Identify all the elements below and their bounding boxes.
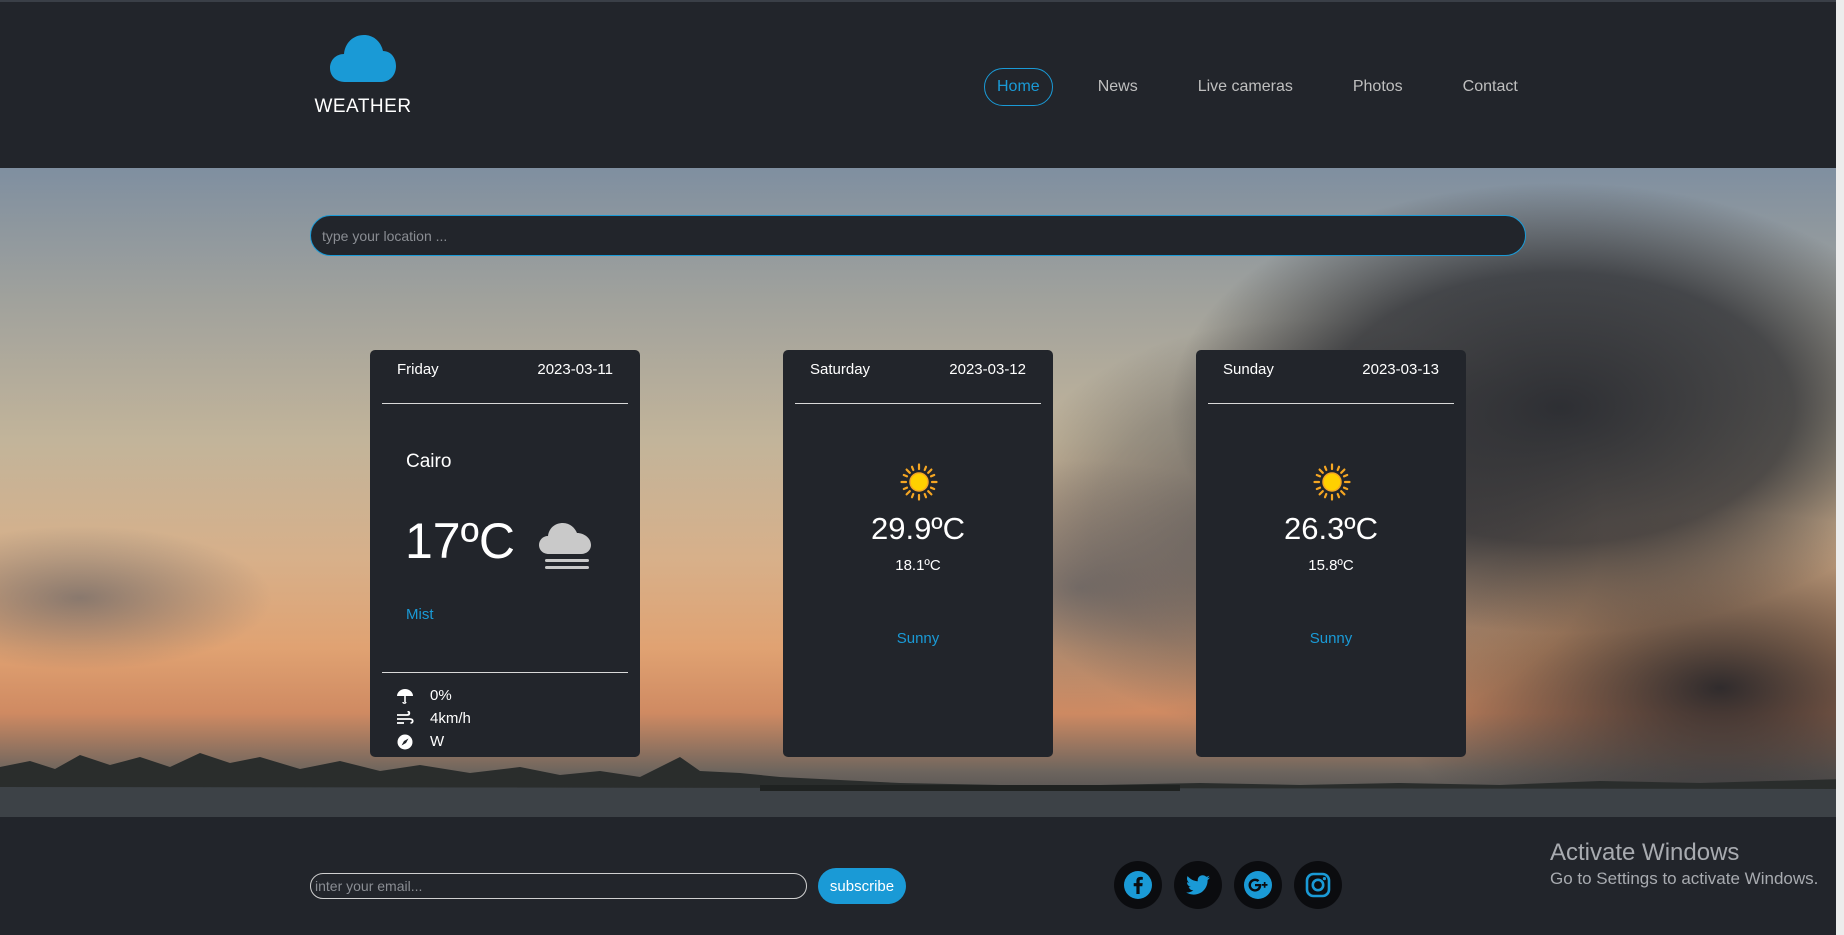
date-label: 2023-03-13: [1362, 361, 1439, 378]
wind-speed-value: 4km/h: [430, 710, 471, 727]
umbrella-icon: [396, 688, 414, 704]
min-temperature: 18.1ºC: [895, 557, 941, 574]
wind-direction-value: W: [430, 733, 445, 750]
sun-icon: [1313, 463, 1351, 501]
nav-contact[interactable]: Contact: [1444, 68, 1537, 106]
condition-text: Sunny: [896, 630, 940, 647]
google-plus-link[interactable]: [1234, 861, 1282, 909]
email-field[interactable]: [310, 873, 807, 899]
day-label: Sunday: [1223, 361, 1274, 378]
windows-activation-watermark: Activate Windows Go to Settings to activ…: [1550, 838, 1818, 890]
forecast-card-saturday: Saturday 2023-03-12 29.9ºC 18.1ºC Sunny: [783, 350, 1053, 757]
subscribe-button[interactable]: subscribe: [818, 868, 906, 904]
current-temperature: 17ºC: [405, 513, 515, 569]
max-temperature: 26.3ºC: [1283, 511, 1379, 546]
instagram-icon: [1305, 872, 1331, 898]
rain-stat: 0%: [396, 684, 471, 707]
facebook-link[interactable]: [1114, 861, 1162, 909]
nav-news[interactable]: News: [1079, 68, 1157, 106]
site-header: WEATHER Home News Live cameras Photos Co…: [0, 0, 1844, 168]
today-forecast-card: Friday 2023-03-11 Cairo 17ºC Mist 0% 4km…: [370, 350, 640, 757]
cloud-logo-icon: [330, 35, 396, 82]
rain-value: 0%: [430, 687, 452, 704]
max-temperature: 29.9ºC: [870, 511, 966, 546]
nav-home[interactable]: Home: [984, 68, 1053, 106]
min-temperature: 15.8ºC: [1308, 557, 1354, 574]
logo-text: WEATHER: [314, 96, 412, 117]
wind-icon: [396, 710, 414, 727]
weather-page: WEATHER Home News Live cameras Photos Co…: [0, 0, 1844, 935]
activation-subtitle: Go to Settings to activate Windows.: [1550, 869, 1819, 888]
facebook-icon: [1124, 871, 1152, 899]
card-header: Sunday 2023-03-13: [1196, 350, 1466, 386]
instagram-link[interactable]: [1294, 861, 1342, 909]
compass-icon: [396, 734, 414, 750]
wind-direction-stat: W: [396, 730, 471, 753]
city-name: Cairo: [406, 451, 452, 472]
wind-speed-stat: 4km/h: [396, 707, 471, 730]
sun-icon: [900, 463, 938, 501]
mist-cloud-icon: [539, 523, 591, 569]
day-label: Friday: [397, 361, 439, 378]
date-label: 2023-03-12: [949, 361, 1026, 378]
logo[interactable]: WEATHER: [308, 32, 418, 118]
divider: [1208, 403, 1454, 404]
divider: [382, 672, 628, 673]
main-nav: Home News Live cameras Photos Contact: [984, 68, 1559, 106]
divider: [795, 403, 1041, 404]
date-label: 2023-03-11: [537, 361, 613, 378]
today-stats: 0% 4km/h W: [396, 684, 471, 753]
hero-section: Friday 2023-03-11 Cairo 17ºC Mist 0%: [0, 168, 1844, 817]
day-label: Saturday: [810, 361, 871, 378]
condition-text: Mist: [406, 606, 434, 623]
nav-photos[interactable]: Photos: [1334, 68, 1422, 106]
nav-live-cameras[interactable]: Live cameras: [1179, 68, 1312, 106]
twitter-icon: [1186, 875, 1210, 895]
google-plus-icon: [1244, 871, 1272, 899]
card-header: Friday 2023-03-11: [370, 350, 640, 386]
twitter-link[interactable]: [1174, 861, 1222, 909]
window-edge: [1836, 0, 1844, 935]
activation-title: Activate Windows: [1550, 839, 1740, 866]
divider: [382, 403, 628, 404]
forecast-card-sunday: Sunday 2023-03-13 26.3ºC 15.8ºC Sunny: [1196, 350, 1466, 757]
condition-text: Sunny: [1309, 630, 1353, 647]
location-search-input[interactable]: [310, 215, 1526, 256]
card-header: Saturday 2023-03-12: [783, 350, 1053, 386]
